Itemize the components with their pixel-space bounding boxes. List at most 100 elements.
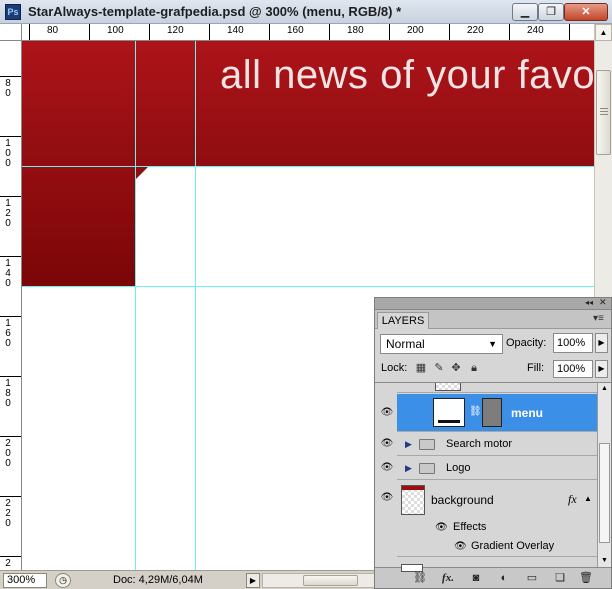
eye-icon[interactable]: 👁︎ xyxy=(435,522,448,533)
ruler-label: 160 xyxy=(287,25,304,36)
ruler-tick xyxy=(269,24,270,40)
layer-group-row[interactable]: ▶ Search motor xyxy=(397,433,597,456)
ruler-label: 240 xyxy=(527,25,544,36)
expand-triangle-icon[interactable]: ▶ xyxy=(405,439,412,450)
grip-line xyxy=(600,111,608,112)
ruler-label: 180 xyxy=(347,25,364,36)
layer-row-menu-selected[interactable]: ⛓︎ menu xyxy=(397,394,597,432)
lock-position-icon[interactable]: ✥ xyxy=(450,362,462,374)
gradient-overlay-row[interactable]: 👁︎ Gradient Overlay xyxy=(397,538,597,557)
horizontal-guide[interactable] xyxy=(22,286,594,287)
grip-line xyxy=(600,108,608,109)
ruler-tick xyxy=(0,196,21,197)
close-button[interactable]: ✕ xyxy=(564,3,608,21)
scroll-up-arrow-icon[interactable]: ▲ xyxy=(598,383,611,395)
panel-header-strip: ◂◂ ✕ xyxy=(375,297,611,310)
thumbnail-red-strip xyxy=(402,486,424,490)
layer-group-row[interactable]: ▶ Logo xyxy=(397,457,597,480)
ruler-tick xyxy=(0,316,21,317)
layer-list-scroll-thumb[interactable] xyxy=(599,443,610,543)
lock-image-pixels-icon[interactable]: ✎ xyxy=(433,362,445,374)
expand-triangle-icon[interactable]: ▶ xyxy=(405,463,412,474)
ruler-label: 100 xyxy=(107,25,124,36)
gradient-overlay-label: Gradient Overlay xyxy=(471,540,555,552)
lock-all-icon[interactable]: 🔒︎ xyxy=(468,362,480,374)
photoshop-app-icon: Ps xyxy=(5,4,21,20)
ruler-tick xyxy=(569,24,570,40)
fill-input[interactable]: 100% xyxy=(553,360,593,378)
ruler-label: 180 xyxy=(5,378,11,409)
fill-slider-arrow-icon[interactable]: ▶ xyxy=(595,360,608,378)
folder-icon xyxy=(419,463,435,474)
thumbnail-shape xyxy=(438,420,460,423)
layer-mask-thumbnail[interactable] xyxy=(482,398,502,427)
eye-icon[interactable]: 👁︎ xyxy=(454,541,467,552)
layer-effects-fx-icon[interactable]: fx xyxy=(568,492,577,507)
eye-icon: 👁︎ xyxy=(380,462,394,473)
ruler-tick xyxy=(0,76,21,77)
ruler-label: 120 xyxy=(167,25,184,36)
ruler-label: 80 xyxy=(47,25,59,36)
layer-list-scrollbar[interactable]: ▲ ▼ xyxy=(597,382,611,567)
blend-mode-select[interactable]: Normal ▼ xyxy=(380,334,503,354)
vertical-ruler[interactable]: 80 100 120 140 160 180 200 220 2 xyxy=(0,41,22,570)
layer-thumbnail xyxy=(433,398,465,427)
zoom-level-field[interactable]: 300% xyxy=(3,573,47,588)
scroll-up-arrow-icon[interactable]: ▲ xyxy=(595,24,612,41)
link-icon[interactable]: ⛓︎ xyxy=(411,571,429,586)
document-title: StarAlways-template-grafpedia.psd @ 300%… xyxy=(28,4,402,19)
horizontal-ruler[interactable]: 80 100 120 140 160 180 200 220 240 xyxy=(22,24,594,41)
ruler-label: 200 xyxy=(5,438,11,469)
layers-bottom-toolbar: ⛓︎ fx. ◙ ◐ ▭ ❏ 🗑︎ xyxy=(375,564,611,588)
ruler-tick xyxy=(0,436,21,437)
adjustment-icon[interactable]: ◐ xyxy=(495,571,513,586)
ruler-tick xyxy=(29,24,30,40)
layer-thumbnail xyxy=(435,383,461,391)
visibility-toggle[interactable]: 👁︎ xyxy=(375,457,397,480)
vertical-scroll-thumb[interactable] xyxy=(596,70,611,155)
fx-icon[interactable]: fx. xyxy=(439,571,457,586)
opacity-input[interactable]: 100% xyxy=(553,333,593,353)
visibility-toggle[interactable]: 👁︎ xyxy=(375,433,397,456)
ruler-label: 80 xyxy=(5,78,11,99)
effects-toggle-arrow-icon[interactable]: ▲ xyxy=(584,494,592,503)
vertical-guide[interactable] xyxy=(135,41,136,570)
visibility-toggle[interactable]: 👁︎ xyxy=(375,481,397,519)
status-menu-arrow-icon[interactable]: ▶ xyxy=(246,573,260,588)
mask-icon[interactable]: ◙ xyxy=(467,571,485,586)
layer-name: menu xyxy=(511,406,544,420)
tab-layers[interactable]: LAYERS xyxy=(377,312,429,329)
visibility-toggle[interactable]: 👁︎ xyxy=(375,394,397,432)
group-folder-icon[interactable]: ▭ xyxy=(523,571,541,586)
ruler-tick xyxy=(89,24,90,40)
ruler-tick xyxy=(449,24,450,40)
close-panel-icon[interactable]: ✕ xyxy=(599,297,607,308)
horizontal-scrollbar[interactable] xyxy=(262,573,377,588)
ruler-tick xyxy=(0,256,21,257)
collapse-panel-icon[interactable]: ◂◂ xyxy=(585,298,593,307)
ruler-origin[interactable] xyxy=(0,24,22,41)
new-layer-icon[interactable]: ❏ xyxy=(551,571,569,586)
ruler-label: 100 xyxy=(5,138,11,169)
trash-icon[interactable]: 🗑︎ xyxy=(577,571,595,586)
horizontal-guide[interactable] xyxy=(22,166,594,167)
effects-row[interactable]: 👁︎ Effects xyxy=(397,519,597,538)
maximize-button[interactable]: ❐ xyxy=(538,3,564,21)
minimize-button[interactable]: ▁ xyxy=(512,3,538,21)
lock-transparency-icon[interactable]: ▦ xyxy=(415,362,427,374)
layer-row[interactable] xyxy=(397,383,597,393)
opacity-slider-arrow-icon[interactable]: ▶ xyxy=(595,333,608,353)
horizontal-scroll-thumb[interactable] xyxy=(303,575,358,586)
scroll-down-arrow-icon[interactable]: ▼ xyxy=(598,555,611,567)
panel-options-menu-icon[interactable]: ▾≡ xyxy=(593,313,604,324)
ruler-tick xyxy=(0,136,21,137)
title-bar: Ps StarAlways-template-grafpedia.psd @ 3… xyxy=(0,0,612,24)
eye-icon: 👁︎ xyxy=(380,407,394,418)
mask-link-icon[interactable]: ⛓︎ xyxy=(469,406,482,417)
menu-corner-notch xyxy=(135,166,149,180)
status-info-icon[interactable]: ◷ xyxy=(55,573,71,588)
ruler-tick xyxy=(329,24,330,40)
vertical-guide[interactable] xyxy=(195,41,196,570)
layer-row[interactable]: background fx ▲ xyxy=(397,481,597,519)
layer-list: 👁︎ ⛓︎ menu 👁︎ ▶ Search motor 👁︎ ▶ Logo 👁… xyxy=(375,382,597,567)
